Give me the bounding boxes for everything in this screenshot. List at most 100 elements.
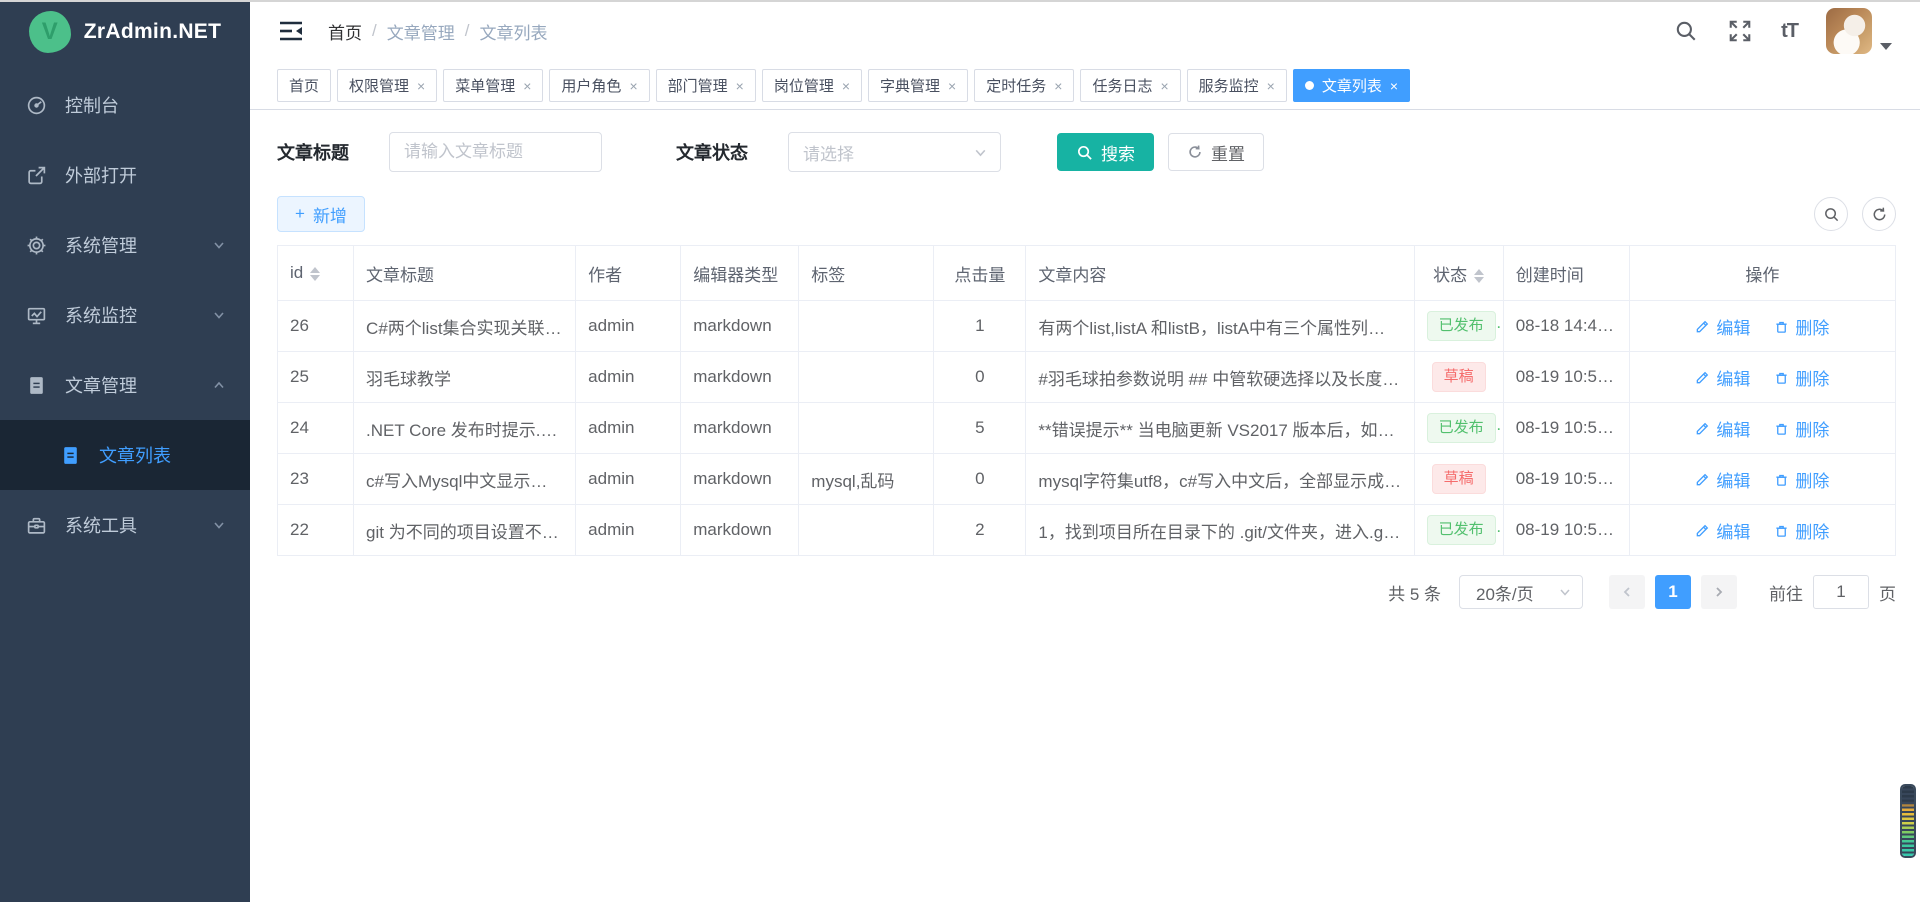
tab-department-management[interactable]: 部门管理 × [656,69,756,102]
status-badge: 草稿 [1432,464,1486,494]
column-header-id[interactable]: id [278,246,354,301]
table-row: 25 羽毛球教学 admin markdown 0 #羽毛球拍参数说明 ## 中… [278,352,1896,403]
tab-close-icon[interactable]: × [948,79,956,93]
external-link-icon [26,165,47,186]
sidebar-item-system-management[interactable]: 系统管理 [0,210,250,280]
cell-content: #羽毛球拍参数说明 ## 中管软硬选择以及长度介... [1026,352,1414,403]
sidebar-item-label: 文章管理 [65,372,137,398]
edit-label: 编辑 [1716,467,1750,492]
delete-button[interactable]: 删除 [1774,365,1829,390]
tab-close-icon[interactable]: × [736,79,744,93]
header-search-icon[interactable] [1673,18,1699,44]
edit-button[interactable]: 编辑 [1695,416,1750,441]
tab-close-icon[interactable]: × [523,79,531,93]
cell-clicks: 0 [934,352,1026,403]
sidebar-item-dashboard[interactable]: 控制台 [0,70,250,140]
article-status-select[interactable]: 请选择 [788,132,1001,172]
cell-actions: 编辑 删除 [1629,352,1895,403]
table-search-toggle-button[interactable] [1814,197,1848,231]
open-tabs-bar: 首页 权限管理× 菜单管理× 用户角色× 部门管理 × 岗位管理× 字典管理× 定… [250,62,1920,110]
column-header-status[interactable]: 状态 [1414,246,1503,301]
sidebar-item-system-tools[interactable]: 系统工具 [0,490,250,560]
add-button[interactable]: + 新增 [277,196,365,232]
status-badge: 已发布 [1427,413,1496,443]
sort-icon[interactable] [1474,269,1484,283]
column-label: 文章标题 [366,266,434,285]
delete-button[interactable]: 删除 [1774,518,1829,543]
edit-button[interactable]: 编辑 [1695,467,1750,492]
logo-icon: V [29,11,71,53]
table-refresh-button[interactable] [1862,197,1896,231]
tab-close-icon[interactable]: × [1054,79,1062,93]
tab-close-icon[interactable]: × [1390,79,1398,93]
avatar[interactable] [1826,8,1872,54]
tab-post-management[interactable]: 岗位管理× [762,69,862,102]
sidebar-item-system-monitor[interactable]: 系统监控 [0,280,250,350]
article-title-input[interactable] [389,132,602,172]
sidebar-item-label: 控制台 [65,92,119,118]
cell-actions: 编辑 删除 [1629,403,1895,454]
pagination: 共 5 条 20条/页 1 前往 页 [277,575,1896,609]
next-page-button[interactable] [1701,575,1737,609]
tab-article-list[interactable]: 文章列表× [1293,69,1410,102]
sort-icon[interactable] [310,267,320,281]
tab-label: 定时任务 [986,75,1046,96]
pager: 1 [1609,575,1737,609]
tab-close-icon[interactable]: × [1267,79,1275,93]
refresh-icon [1871,206,1888,223]
edit-button[interactable]: 编辑 [1695,314,1750,339]
tab-label: 部门管理 [668,75,728,96]
table-row: 26 C#两个list集合实现关联，... admin markdown 1 有… [278,301,1896,352]
tab-close-icon[interactable]: × [629,79,637,93]
delete-button[interactable]: 删除 [1774,416,1829,441]
sidebar-item-external-open[interactable]: 外部打开 [0,140,250,210]
reset-button[interactable]: 重置 [1168,133,1264,171]
delete-button[interactable]: 删除 [1774,467,1829,492]
fullscreen-icon[interactable] [1727,18,1753,44]
user-menu[interactable] [1826,8,1892,54]
app-logo[interactable]: V ZrAdmin.NET [0,0,250,64]
active-tab-dot [1305,81,1314,90]
cell-author: admin [576,352,681,403]
cell-clicks: 5 [934,403,1026,454]
tab-menu-management[interactable]: 菜单管理× [443,69,543,102]
cell-content: **错误提示** 当电脑更新 VS2017 版本后，如果... [1026,403,1414,454]
tab-scheduled-tasks[interactable]: 定时任务 × [974,69,1074,102]
cell-clicks: 0 [934,454,1026,505]
font-size-icon[interactable]: tT [1781,20,1798,43]
trash-icon [1774,319,1789,334]
tab-close-icon[interactable]: × [1160,79,1168,93]
tab-close-icon[interactable]: × [842,79,850,93]
tab-close-icon[interactable]: × [417,79,425,93]
tab-home[interactable]: 首页 [277,69,331,102]
prev-page-button[interactable] [1609,575,1645,609]
tab-task-logs[interactable]: 任务日志× [1080,69,1180,102]
edit-button[interactable]: 编辑 [1695,365,1750,390]
trash-icon [1774,523,1789,538]
page-size-select[interactable]: 20条/页 [1459,575,1583,609]
breadcrumb-item-home[interactable]: 首页 [328,19,362,44]
tab-user-role[interactable]: 用户角色× [549,69,649,102]
cell-title: .NET Core 发布时提示.NET... [354,403,576,454]
page-number-current[interactable]: 1 [1655,575,1691,609]
article-title-label: 文章标题 [277,139,349,165]
edit-button[interactable]: 编辑 [1695,518,1750,543]
trash-icon [1774,370,1789,385]
search-button[interactable]: 搜索 [1057,133,1154,171]
edit-icon [1695,523,1710,538]
tab-service-monitor[interactable]: 服务监控× [1187,69,1287,102]
scrollbar-widget[interactable] [1900,784,1916,858]
delete-button[interactable]: 删除 [1774,314,1829,339]
cell-status: 已发布 [1414,403,1503,454]
sidebar-item-article-list[interactable]: 文章列表 [0,420,250,490]
goto-page-input[interactable] [1813,575,1869,609]
tab-dict-management[interactable]: 字典管理× [868,69,968,102]
sidebar-collapse-icon[interactable] [278,18,304,44]
status-badge: 草稿 [1432,362,1486,392]
breadcrumb-item-article-management[interactable]: 文章管理 [387,19,455,44]
delete-label: 删除 [1795,365,1829,390]
articles-table: id 文章标题 作者 编辑器类型 标签 点击量 文章内容 状态 创建时间 操作 … [277,245,1896,556]
tab-permission-management[interactable]: 权限管理× [337,69,437,102]
sidebar-item-article-management[interactable]: 文章管理 [0,350,250,420]
page-unit-label: 页 [1879,580,1896,605]
